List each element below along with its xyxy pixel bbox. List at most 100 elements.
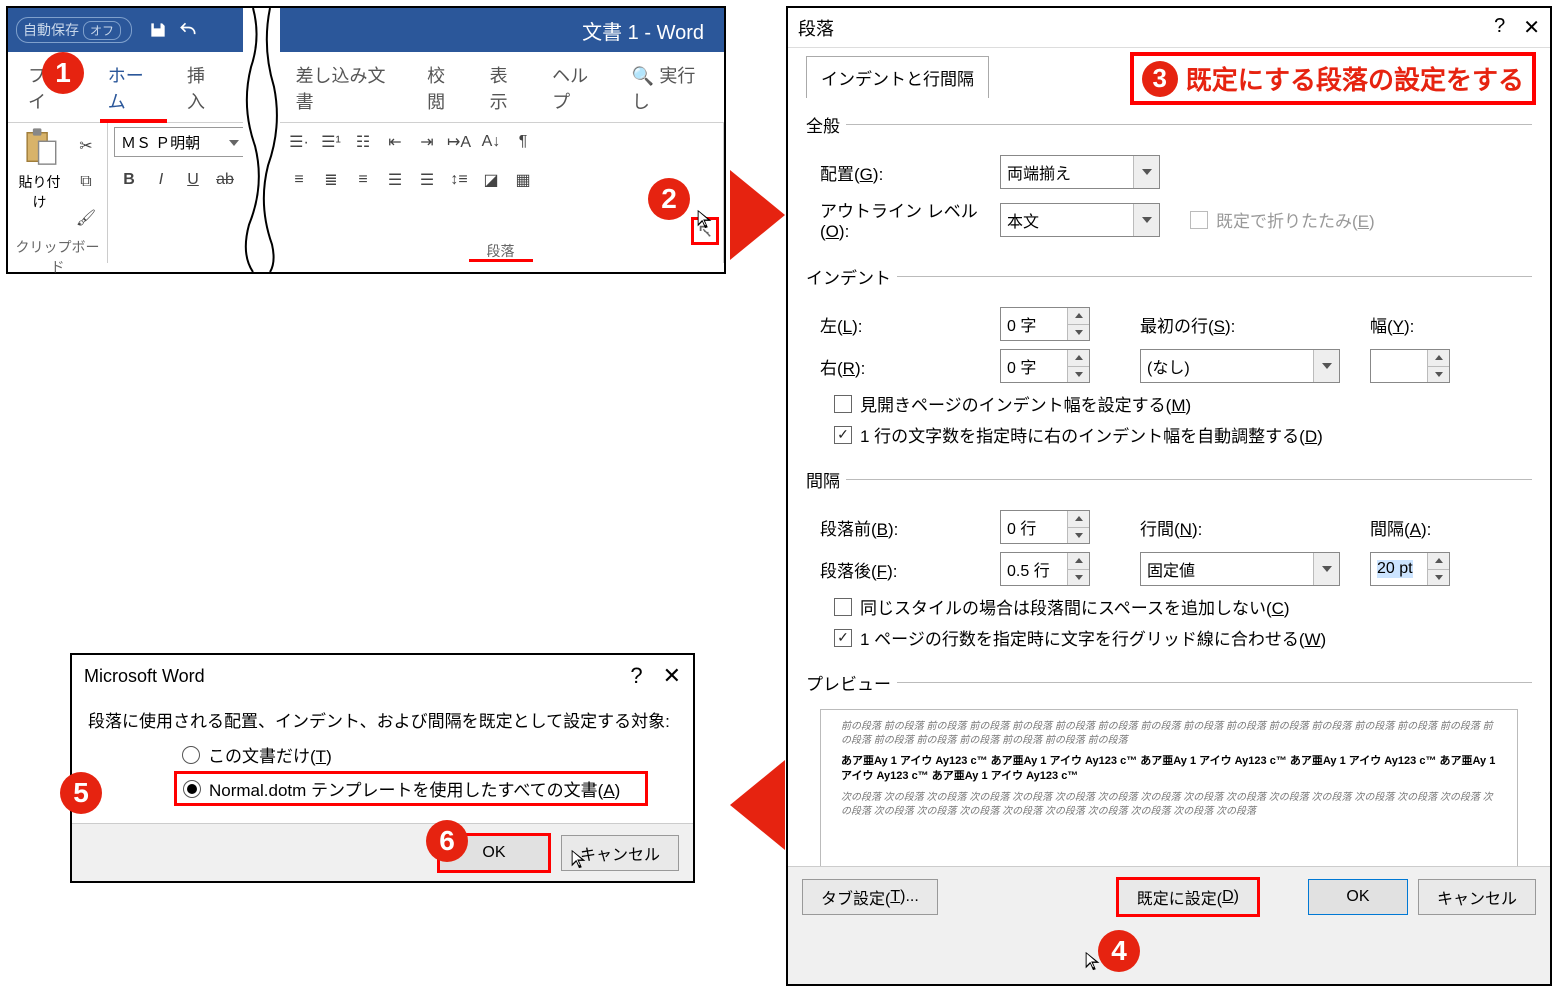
titlebar: 自動保存 オフ 文書 1 - Word [8,8,724,52]
legend-spacing: 間隔 [806,467,846,492]
firstline-combo[interactable]: (なし) [1140,349,1340,383]
distribute-icon[interactable]: ☰ [412,165,442,195]
italic-button[interactable]: I [146,165,176,195]
align-left-icon[interactable]: ≡ [284,165,314,195]
ltr-icon[interactable]: ↦A [444,127,474,157]
tab-help[interactable]: ヘルプ [538,52,618,122]
align-center-icon[interactable]: ≣ [316,165,346,195]
tabs-button[interactable]: タブ設定(T)... [802,879,938,915]
tab-mailings[interactable]: 差し込み文書 [282,52,414,122]
preview-before: 前の段落 前の段落 前の段落 前の段落 前の段落 前の段落 前の段落 前の段落 … [841,720,1497,748]
right-indent-spinner[interactable]: 0 字 [1000,349,1090,383]
mirror-checkbox[interactable] [834,395,852,413]
paste-label: 貼り付け [14,172,65,212]
autosave-toggle[interactable]: 自動保存 オフ [16,17,132,43]
snapgrid-label: 1 ページの行数を指定時に文字を行グリッド線に合わせる(W) [860,625,1326,650]
bold-button[interactable]: B [114,165,144,195]
tab-review[interactable]: 校閲 [413,52,476,122]
collapse-label: 既定で折りたたみ(E) [1216,207,1375,232]
red-underline [100,119,167,123]
linespacing-combo[interactable]: 固定値 [1140,552,1340,586]
after-spinner[interactable]: 0.5 行 [1000,552,1090,586]
group-preview: プレビュー [806,670,1532,705]
paste-button[interactable]: 貼り付け [14,127,65,233]
justify-icon[interactable]: ☰ [380,165,410,195]
numbering-icon[interactable]: ☰¹ [316,127,346,157]
font-name-combo[interactable]: ＭＳ Ｐ明朝 [114,127,244,157]
shading-icon[interactable]: ◪ [476,165,506,195]
legend-indent: インデント [806,264,897,289]
tab-view[interactable]: 表示 [476,52,539,122]
ok-button[interactable]: OK [1308,879,1408,915]
clipboard-label: クリップボード [14,233,101,277]
mirror-label: 見開きページのインデント幅を設定する(M) [860,391,1191,416]
close-icon[interactable]: ✕ [663,663,681,689]
arrow-right-icon [730,170,785,260]
confirm-footer: OK キャンセル [72,823,693,881]
show-marks-icon[interactable]: ¶ [508,127,538,157]
undo-icon[interactable] [178,20,198,40]
before-label: 段落前(B): [820,515,990,540]
sort-icon[interactable]: A↓ [476,127,506,157]
at-value: 20 pt [1377,560,1413,578]
right-indent-label: 右(R): [820,354,990,379]
multilevel-icon[interactable]: ☷ [348,127,378,157]
group-spacing: 間隔 段落前(B): 0 行 行間(N): 間隔(A): 段落後(F): 0.5… [806,467,1532,656]
underline-button[interactable]: U [178,165,208,195]
by-width-spinner[interactable] [1370,349,1450,383]
save-icon[interactable] [148,20,168,40]
tab-indent-spacing[interactable]: インデントと行間隔 [806,56,989,98]
snapgrid-checkbox[interactable]: ✓ [834,629,852,647]
at-spinner[interactable]: 20 pt [1370,552,1450,586]
linespacing-value: 固定値 [1147,557,1195,581]
radio-all-docs[interactable]: Normal.dotm テンプレートを使用したすべての文書(A) [176,773,646,804]
left-indent-spinner[interactable]: 0 字 [1000,307,1090,341]
inc-indent-icon[interactable]: ⇥ [412,127,442,157]
confirm-title: Microsoft Word [84,666,205,687]
callout-3: 3 既定にする段落の設定をする [1130,52,1536,105]
cancel-button[interactable]: キャンセル [1418,879,1536,915]
firstline-value: (なし) [1147,354,1190,378]
copy-icon[interactable]: ⧉ [71,167,101,197]
legend-general: 全般 [806,112,846,137]
left-indent-value: 0 字 [1007,312,1036,336]
outline-combo[interactable]: 本文 [1000,203,1160,237]
radio-all-docs-label: Normal.dotm テンプレートを使用したすべての文書(A) [209,776,620,801]
before-spinner[interactable]: 0 行 [1000,510,1090,544]
line-spacing-icon[interactable]: ↕≡ [444,165,474,195]
ribbon-body: 貼り付け ✂ ⧉ 🖌 クリップボード ＭＳ Ｐ明朝 A B [8,123,724,263]
dec-indent-icon[interactable]: ⇤ [380,127,410,157]
outline-label: アウトライン レベル(O): [820,197,990,242]
strike-icon[interactable]: ab [210,165,240,195]
samestyle-checkbox[interactable] [834,598,852,616]
bullets-icon[interactable]: ☰· [284,127,314,157]
help-icon[interactable]: ? [630,663,642,689]
outline-value: 本文 [1007,208,1039,232]
legend-preview: プレビュー [806,670,897,695]
preview-after: 次の段落 次の段落 次の段落 次の段落 次の段落 次の段落 次の段落 次の段落 … [841,791,1497,819]
align-right-icon[interactable]: ≡ [348,165,378,195]
tab-home[interactable]: ホーム [94,52,173,122]
radio-this-doc[interactable]: この文書だけ(T) [182,742,693,767]
borders-icon[interactable]: ▦ [508,165,538,195]
tab-insert[interactable]: 挿入 [173,52,236,122]
autoadjust-label: 1 行の文字数を指定時に右のインデント幅を自動調整する(D) [860,422,1323,447]
alignment-label: 配置(G): [820,160,990,185]
at-label: 間隔(A): [1370,515,1440,540]
alignment-combo[interactable]: 両端揃え [1000,155,1160,189]
after-label: 段落後(F): [820,557,990,582]
ribbon-tabs: ファイ ホーム 挿入 差し込み文書 校閲 表示 ヘルプ 🔍 実行し [8,52,724,123]
tab-tellme[interactable]: 🔍 実行し [618,52,724,122]
set-default-button[interactable]: 既定に設定(D) [1118,879,1258,915]
help-icon[interactable]: ? [1494,15,1505,40]
marker-5: 5 [60,772,102,814]
word-window: 自動保存 オフ 文書 1 - Word ファイ ホーム 挿入 差し込み文書 校閲… [6,6,726,274]
format-painter-icon[interactable]: 🖌 [71,203,101,233]
cut-icon[interactable]: ✂ [71,131,101,161]
close-icon[interactable]: ✕ [1523,15,1540,40]
autoadjust-checkbox[interactable]: ✓ [834,426,852,444]
group-clipboard: 貼り付け ✂ ⧉ 🖌 クリップボード [8,123,108,263]
alignment-value: 両端揃え [1007,160,1071,184]
marker-2: 2 [648,178,690,220]
confirm-dialog: Microsoft Word ? ✕ 段落に使用される配置、インデント、および間… [70,653,695,883]
